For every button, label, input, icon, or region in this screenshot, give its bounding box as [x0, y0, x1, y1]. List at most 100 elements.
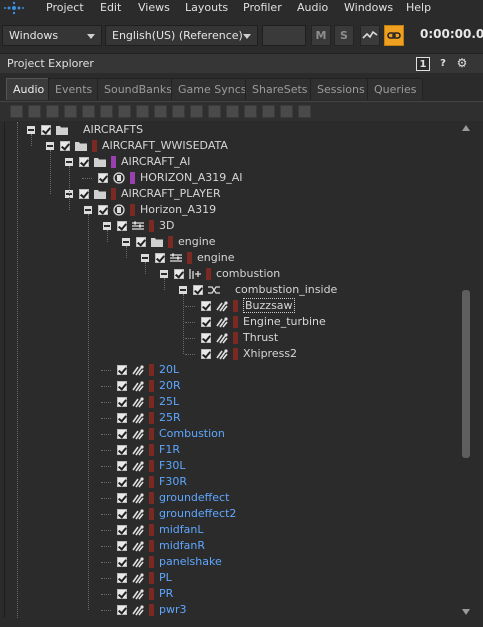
tree-row[interactable]: engine — [5, 234, 461, 250]
tree-item-label[interactable]: engine — [197, 251, 235, 264]
collapse-toggle-icon[interactable] — [160, 270, 168, 278]
tree-row[interactable]: groundeffect — [5, 490, 461, 506]
tree-item-label[interactable]: 20L — [159, 363, 179, 376]
include-checkbox[interactable] — [98, 205, 108, 215]
transport-field[interactable] — [262, 25, 306, 46]
collapse-toggle-icon[interactable] — [84, 206, 92, 214]
tree-item-label[interactable]: F30L — [159, 459, 185, 472]
tree-row[interactable]: engine — [5, 250, 461, 266]
new-sequence-container-icon[interactable] — [100, 105, 113, 118]
collapse-toggle-icon[interactable] — [179, 286, 187, 294]
include-checkbox[interactable] — [201, 349, 211, 359]
tree-item-label[interactable]: Thrust — [243, 331, 278, 344]
collapse-toggle-icon[interactable] — [27, 126, 35, 134]
tree-scrollbar[interactable] — [461, 122, 471, 618]
tree-row[interactable]: 25R — [5, 410, 461, 426]
new-work-unit-icon[interactable] — [46, 105, 59, 118]
tree-row[interactable]: Xhipress2 — [5, 346, 461, 362]
new-music-playlist-icon[interactable] — [244, 105, 257, 118]
menu-audio[interactable]: Audio — [297, 1, 328, 14]
collapse-toggle-icon[interactable] — [65, 158, 73, 166]
tree-item-label[interactable]: F1R — [159, 443, 180, 456]
tree-item-label[interactable]: midfanL — [159, 523, 203, 536]
wwise-logo-icon[interactable] — [0, 0, 28, 17]
tree-item-label[interactable]: Buzzsaw — [243, 298, 295, 313]
include-checkbox[interactable] — [174, 269, 184, 279]
new-actor-mixer-icon[interactable] — [10, 105, 23, 118]
layout-select[interactable]: Windows — [2, 25, 102, 46]
scroll-up-arrow-icon[interactable] — [462, 125, 470, 131]
include-checkbox[interactable] — [201, 317, 211, 327]
include-checkbox[interactable] — [117, 365, 127, 375]
tree-row[interactable]: 20R — [5, 378, 461, 394]
tree-row[interactable]: Combustion — [5, 426, 461, 442]
new-sound-voice-icon[interactable] — [172, 105, 185, 118]
tab-soundbanks[interactable]: SoundBanks — [97, 78, 179, 100]
menu-views[interactable]: Views — [138, 1, 170, 14]
tree-row[interactable]: midfanR — [5, 538, 461, 554]
tree-item-label[interactable]: AIRCRAFTS — [83, 123, 143, 136]
include-checkbox[interactable] — [41, 125, 51, 135]
tree-item-label[interactable]: PL — [159, 571, 172, 584]
collapse-toggle-icon[interactable] — [46, 142, 54, 150]
tree-row[interactable]: 3D — [5, 218, 461, 234]
help-button[interactable]: ? — [436, 57, 450, 71]
tree-item-label[interactable]: AIRCRAFT_WWISEDATA — [102, 139, 228, 152]
tree-item-label[interactable]: panelshake — [159, 555, 222, 568]
tree-row[interactable]: HORIZON_A319_AI — [5, 170, 461, 186]
include-checkbox[interactable] — [117, 221, 127, 231]
tab-game-syncs[interactable]: Game Syncs — [171, 78, 254, 100]
include-checkbox[interactable] — [117, 445, 127, 455]
tab-audio[interactable]: Audio — [6, 78, 52, 100]
include-checkbox[interactable] — [117, 509, 127, 519]
new-bus-icon[interactable] — [262, 105, 275, 118]
tree-item-label[interactable]: groundeffect2 — [159, 507, 236, 520]
include-checkbox[interactable] — [60, 141, 70, 151]
tree-item-label[interactable]: PR — [159, 587, 173, 600]
panel-index-button[interactable]: 1 — [416, 57, 430, 71]
tree-row[interactable]: 20L — [5, 362, 461, 378]
scroll-thumb[interactable] — [462, 290, 470, 458]
tree-item-label[interactable]: combustion — [216, 267, 280, 280]
menu-help[interactable]: Help — [406, 1, 431, 14]
include-checkbox[interactable] — [117, 573, 127, 583]
tree-row[interactable]: Buzzsaw — [5, 298, 461, 314]
tree-item-label[interactable]: Horizon_A319 — [140, 203, 216, 216]
tree-row[interactable]: Thrust — [5, 330, 461, 346]
new-blend-container-icon[interactable] — [82, 105, 95, 118]
tree-item-label[interactable]: 3D — [159, 219, 174, 232]
tree-item-label[interactable]: midfanR — [159, 539, 205, 552]
tree-row[interactable]: groundeffect2 — [5, 506, 461, 522]
include-checkbox[interactable] — [117, 541, 127, 551]
tree-item-label[interactable]: HORIZON_A319_AI — [140, 171, 243, 184]
include-checkbox[interactable] — [117, 413, 127, 423]
link-button[interactable] — [384, 25, 404, 46]
tab-events[interactable]: Events — [48, 78, 100, 100]
include-checkbox[interactable] — [117, 429, 127, 439]
new-music-segment-icon[interactable] — [190, 105, 203, 118]
new-folder-icon[interactable] — [28, 105, 41, 118]
tree-item-label[interactable]: engine — [178, 235, 216, 248]
tree-row[interactable]: AIRCRAFT_PLAYER — [5, 186, 461, 202]
tab-queries[interactable]: Queries — [367, 78, 424, 100]
tab-sessions[interactable]: Sessions — [310, 78, 372, 100]
tree-row[interactable]: panelshake — [5, 554, 461, 570]
tree-row[interactable]: Engine_turbine — [5, 314, 461, 330]
tree-row[interactable]: F30L — [5, 458, 461, 474]
menu-windows[interactable]: Windows — [344, 1, 393, 14]
include-checkbox[interactable] — [117, 589, 127, 599]
menu-project[interactable]: Project — [46, 1, 84, 14]
tree-row[interactable]: combustion — [5, 266, 461, 282]
include-checkbox[interactable] — [201, 301, 211, 311]
include-checkbox[interactable] — [79, 157, 89, 167]
include-checkbox[interactable] — [117, 525, 127, 535]
tree-item-label[interactable]: combustion_inside — [235, 283, 337, 296]
tree-item-label[interactable]: 25R — [159, 411, 181, 424]
tree-item-label[interactable]: Combustion — [159, 427, 225, 440]
tree-row[interactable]: Horizon_A319 — [5, 202, 461, 218]
scroll-down-arrow-icon[interactable] — [462, 609, 470, 615]
new-switch-container-icon[interactable] — [118, 105, 131, 118]
tree-row[interactable]: 25L — [5, 394, 461, 410]
new-virtual-folder-icon[interactable] — [64, 105, 77, 118]
tree-item-label[interactable]: F30R — [159, 475, 187, 488]
